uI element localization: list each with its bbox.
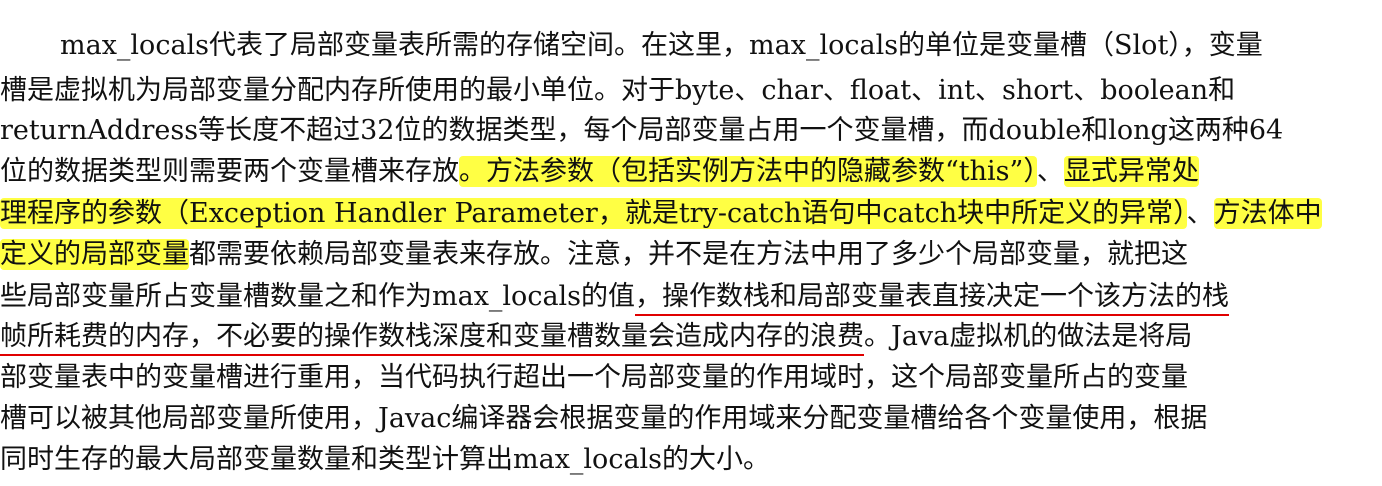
text-run: 、 (1186, 198, 1214, 229)
paragraph-line: 槽可以被其他局部变量所使用，Javac编译器会根据变量的作用域来分配变量槽给各个… (0, 396, 1207, 442)
underlined-text: 帧所耗费的内存，不必要的操作数栈深度和变量槽数量会造成内存的浪费 (0, 321, 864, 356)
paragraph-line: 部变量表中的变量槽进行重用，当代码执行超出一个局部变量的作用域时，这个局部变量所… (0, 355, 1188, 401)
text-run: 都需要依赖局部变量表来存放。注意，并不是在方法中用了多少个局部变量，就把这 (189, 239, 1188, 270)
text-run: 。Java虚拟机的做法是将局 (864, 321, 1193, 352)
text-run: 位的数据类型则需要两个变量槽来存放 (0, 156, 459, 187)
paragraph-line: 定义的局部变量都需要依赖局部变量表来存放。注意，并不是在方法中用了多少个局部变量… (0, 232, 1188, 278)
underlined-text: ，操作数栈和局部变量表直接决定一个该方法的栈 (635, 281, 1230, 316)
document-page: max_locals代表了局部变量表所需的存储空间。在这里，max_locals… (0, 0, 1382, 486)
text-run: 同时生存的最大局部变量数量和类型计算出max_locals的大小。 (0, 444, 771, 475)
highlighted-text: 定义的局部变量 (0, 239, 189, 270)
highlighted-text: 显式异常处 (1063, 156, 1199, 187)
text-run: 些局部变量所占变量槽数量之和作为max_locals的值 (0, 281, 636, 312)
text-run: 槽可以被其他局部变量所使用，Javac编译器会根据变量的作用域来分配变量槽给各个… (0, 403, 1208, 434)
paragraph-line: returnAddress等长度不超过32位的数据类型，每个局部变量占用一个变量… (0, 108, 1283, 154)
text-run: 部变量表中的变量槽进行重用，当代码执行超出一个局部变量的作用域时，这个局部变量所… (0, 362, 1188, 393)
paragraph-line: 帧所耗费的内存，不必要的操作数栈深度和变量槽数量会造成内存的浪费。Java虚拟机… (0, 314, 1192, 360)
text-run: max_locals代表了局部变量表所需的存储空间。在这里，max_locals… (60, 30, 1263, 61)
highlighted-text: 方法体中 (1213, 198, 1322, 229)
highlighted-text: 理程序的参数（Exception Handler Parameter，就是try… (0, 198, 1187, 229)
paragraph-line: max_locals代表了局部变量表所需的存储空间。在这里，max_locals… (60, 23, 1263, 69)
paragraph-line: 理程序的参数（Exception Handler Parameter，就是try… (0, 191, 1322, 237)
text-run: 槽是虚拟机为局部变量分配内存所使用的最小单位。对于byte、char、float… (0, 75, 1236, 106)
paragraph-line: 同时生存的最大局部变量数量和类型计算出max_locals的大小。 (0, 437, 770, 483)
highlighted-text: 。方法参数（包括实例方法中的隐藏参数“this”） (459, 156, 1037, 187)
paragraph-line: 位的数据类型则需要两个变量槽来存放。方法参数（包括实例方法中的隐藏参数“this… (0, 149, 1199, 195)
text-run: returnAddress等长度不超过32位的数据类型，每个局部变量占用一个变量… (0, 115, 1284, 146)
text-run: 、 (1036, 156, 1064, 187)
